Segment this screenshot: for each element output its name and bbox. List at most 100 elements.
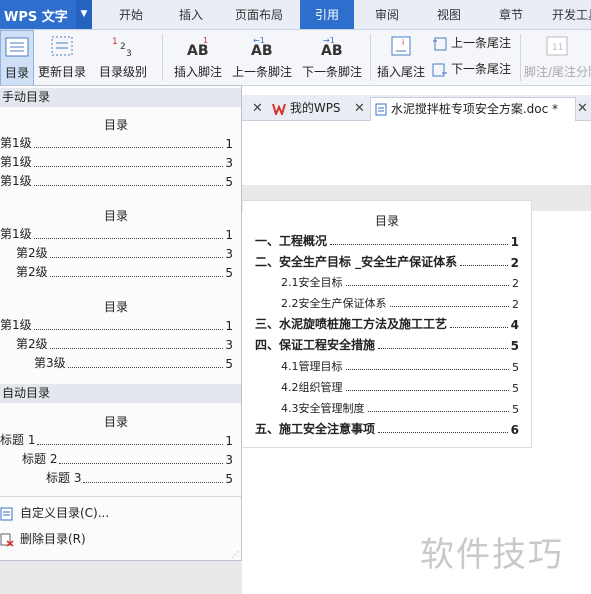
toc-entry[interactable]: 三、水泥旋喷桩施工方法及施工工艺 4 [255,314,519,332]
insert-endnote-label: 插入尾注 [376,65,425,79]
ribbon-divider [520,34,521,81]
prev-endnote-icon [433,37,447,50]
toc-leader [367,411,509,412]
close-icon[interactable]: ✕ [577,97,588,120]
tab-my-wps[interactable]: 我的WPS [272,97,341,120]
toc-sample-row: 第1级 5 [0,173,233,189]
separator-icon: 11 [546,36,568,56]
toc-sample-row: 第3级 5 [34,355,233,371]
toc-level-button[interactable]: 123 目录级别 [92,30,154,85]
toc-entry[interactable]: 四、保证工程安全措施 5 [255,335,519,353]
toc-sample-title: 目录 [103,300,128,314]
toc-entry-text: 四、保证工程安全措施 [255,338,376,352]
toc-sample-title: 目录 [103,209,128,223]
next-footnote-button[interactable]: →1 AB 下一条脚注 [300,30,364,85]
toc-entry-text: 2.1安全目标 [281,276,343,289]
toc-entry[interactable]: 一、工程概况 1 [255,231,519,249]
next-endnote-icon [432,63,447,76]
toc-entry[interactable]: 2.1安全目标 2 [281,272,519,290]
toc-entry[interactable]: 4.2组织管理 5 [281,377,519,395]
toc-sample-row: 第1级 1 [0,317,233,333]
tab-home[interactable]: 开始 [108,0,154,29]
tab-chapter[interactable]: 章节 [488,0,534,29]
toc-entry-text: 2.2安全生产保证体系 [281,297,387,310]
toc-sample-text: 第3级 [34,356,66,370]
tab-document-label: 水泥搅拌桩专项安全方案.doc * [390,102,559,116]
toc-leader [33,185,224,186]
ribbon-divider [162,34,163,81]
tab-developer[interactable]: 开发工具 [546,0,591,29]
toc-level-label: 目录级别 [98,65,147,79]
toc-entry[interactable]: 4.1管理目标 5 [281,356,519,374]
svg-text:AB: AB [251,43,273,57]
toc-sample-text: 标题 2 [22,452,58,466]
toc-sample-row: 第1级 1 [0,135,233,151]
insert-endnote-button[interactable]: i 插入尾注 [374,30,428,85]
toc-leader [345,369,509,370]
menu-divider [0,496,241,497]
toc-entry-text: 4.1管理目标 [281,360,343,373]
tab-my-wps-label: 我的WPS [289,101,341,115]
toc-entry[interactable]: 4.3安全管理制度 5 [281,398,519,416]
insert-footnote-button[interactable]: 1 AB 插入脚注 [170,30,226,85]
toc-leader [33,238,224,239]
toc-sample-row: 第1级 3 [0,154,233,170]
toc-leader [450,327,508,328]
close-icon[interactable]: ✕ [354,97,365,120]
next-footnote-icon: →1AB [321,36,343,57]
tab-page-layout[interactable]: 页面布局 [226,0,292,29]
document-toc-title: 目录 [374,214,399,228]
toc-sample-text: 第2级 [16,246,48,260]
tab-view[interactable]: 视图 [426,0,472,29]
toc-leader [59,463,224,464]
next-footnote-label: 下一条脚注 [301,65,362,79]
toc-sample-title: 目录 [103,415,128,429]
tab-references[interactable]: 引用 [300,0,354,29]
toc-sample-page: 3 [225,247,233,261]
toc-entry-page: 4 [510,318,519,332]
toc-entry[interactable]: 2.2安全生产保证体系 2 [281,293,519,311]
prev-endnote-button[interactable]: 上一条尾注 [432,34,511,56]
svg-text:2: 2 [120,42,126,52]
toc-leader [33,147,224,148]
toc-entry-page: 2 [512,277,519,290]
footnote-separator-label: 脚注/尾注分隔 [524,65,591,79]
resize-grip-icon[interactable]: ⋰ [231,550,239,559]
wps-app-menu-button[interactable]: WPS 文字 ▼ [0,0,92,29]
toc-entry[interactable]: 五、施工安全注意事项 6 [255,419,519,437]
toc-entry[interactable]: 二、安全生产目标 _安全生产保证体系 2 [255,252,519,270]
toc-leader [345,390,509,391]
toc-entry-text: 4.3安全管理制度 [281,402,365,415]
toc-sample-page: 5 [225,175,233,189]
close-icon[interactable]: ✕ [252,97,263,120]
toc-sample-row: 第2级 5 [16,264,233,280]
document-page[interactable]: 目录 一、工程概况 1 二、安全生产目标 _安全生产保证体系 2 2.1安全目标 2 2.2… [243,200,532,448]
next-endnote-button[interactable]: 下一条尾注 [432,60,511,82]
toc-sample-page: 1 [225,137,233,151]
custom-toc-menu-item[interactable]: 自定义目录(C)... [0,504,109,526]
toc-button[interactable]: 目录 [0,30,34,87]
toc-sample-page: 3 [225,156,233,170]
toc-sample-text: 第1级 [0,174,32,188]
chevron-down-icon[interactable]: ▼ [76,0,92,29]
toc-sample-text: 标题 1 [0,433,36,447]
endnote-icon: i [391,36,411,56]
toc-entry-text: 一、工程概况 [255,234,328,248]
toc-sample-row: 标题 3 5 [46,470,233,486]
prev-footnote-button[interactable]: ←1 AB 上一条脚注 [230,30,294,85]
toc-entry-page: 2 [510,256,519,270]
update-toc-button[interactable]: 更新目录 [36,30,88,85]
toc-leader [67,367,224,368]
toc-leader [49,257,224,258]
tab-review[interactable]: 审阅 [364,0,410,29]
page-gap-left [0,560,242,594]
toc-level-icon: 1 23 [112,37,132,57]
tab-document[interactable]: 水泥搅拌桩专项安全方案.doc * [370,97,576,121]
watermark: 软件技巧 [420,535,564,575]
menu-bar: WPS 文字 ▼ 开始 插入 页面布局 引用 审阅 视图 章节 开发工具 [0,0,591,30]
tab-insert[interactable]: 插入 [168,0,214,29]
footnote-separator-button[interactable]: 11 脚注/尾注分隔 [524,30,591,85]
delete-toc-menu-item[interactable]: 删除目录(R) [0,530,86,552]
toc-dropdown-panel: 手动目录 自动目录 目录 第1级 1 第1级 3 第1级 5 目录 第1级 1 第2级 3 第2级 5 目录… [0,85,242,561]
toc-sample-page: 5 [225,266,233,280]
